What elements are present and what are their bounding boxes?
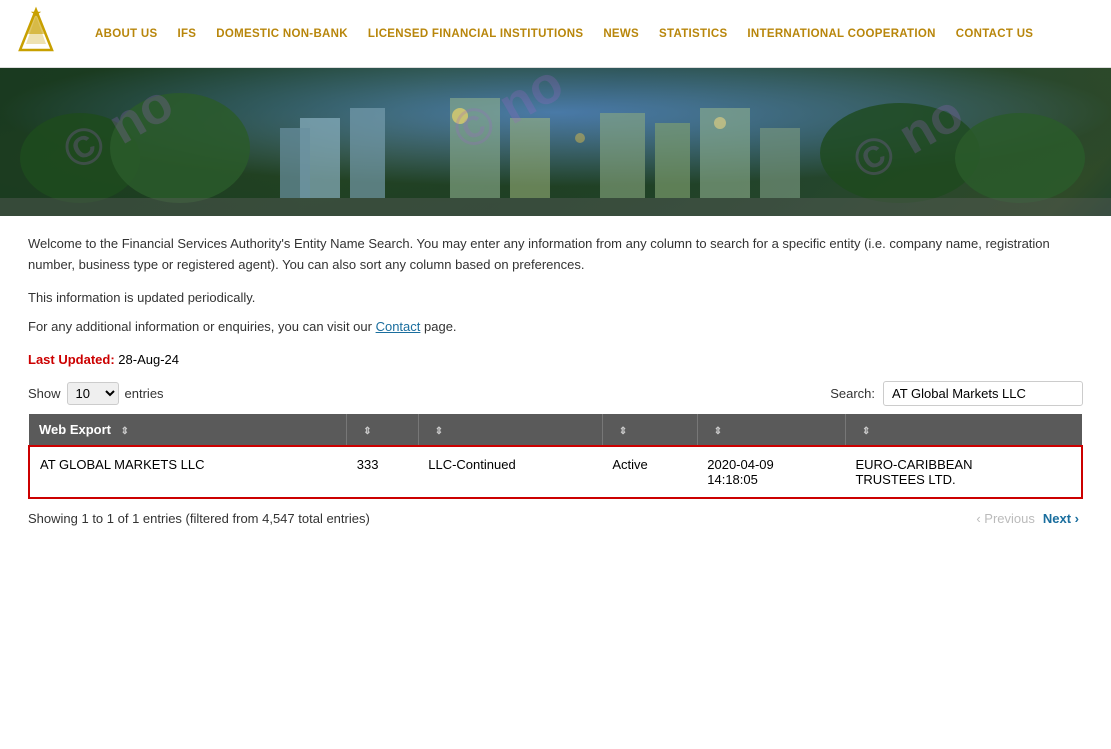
entries-label: entries <box>125 386 164 401</box>
nav-statistics[interactable]: STATISTICS <box>649 28 737 40</box>
table-cell-2: 333 <box>347 446 418 498</box>
last-updated-date: 28-Aug-24 <box>118 352 179 367</box>
pagination-bar: Showing 1 to 1 of 1 entries (filtered fr… <box>28 509 1083 528</box>
table-cell-3: LLC-Continued <box>418 446 602 498</box>
table-header-row: Web Export ⇕ ⇕ ⇕ ⇕ ⇕ ⇕ <box>29 414 1082 446</box>
nav-news[interactable]: NEWS <box>593 28 649 40</box>
table-cell-4: Active <box>602 446 697 498</box>
next-button[interactable]: Next › <box>1039 509 1083 528</box>
sort-arrows-5: ⇕ <box>714 426 722 437</box>
sort-arrows-1: ⇕ <box>121 426 129 437</box>
nav-contact-us[interactable]: CONTACT US <box>946 28 1044 40</box>
table-cell-6: EURO-CARIBBEAN TRUSTEES LTD. <box>845 446 1082 498</box>
col-2[interactable]: ⇕ <box>347 414 418 446</box>
sort-arrows-3: ⇕ <box>435 426 443 437</box>
last-updated-label: Last Updated: <box>28 352 115 367</box>
col-4[interactable]: ⇕ <box>602 414 697 446</box>
search-label: Search: <box>830 386 875 401</box>
search-box: Search: <box>830 381 1083 406</box>
sort-arrows-2: ⇕ <box>363 426 371 437</box>
main-content: Welcome to the Financial Services Author… <box>0 216 1111 538</box>
table-row: AT GLOBAL MARKETS LLC333LLC-ContinuedAct… <box>29 446 1082 498</box>
show-entries: Show 10 25 50 100 entries <box>28 382 164 405</box>
sort-arrows-6: ⇕ <box>862 426 870 437</box>
nav-domestic-non-bank[interactable]: DOMESTIC NON-BANK <box>206 28 358 40</box>
last-updated: Last Updated: 28-Aug-24 <box>28 352 1083 367</box>
col-5[interactable]: ⇕ <box>697 414 845 446</box>
sort-arrows-4: ⇕ <box>619 426 627 437</box>
search-input[interactable] <box>883 381 1083 406</box>
nav-about-us[interactable]: ABOUT US <box>85 28 167 40</box>
update-text: This information is updated periodically… <box>28 290 1083 305</box>
col-6[interactable]: ⇕ <box>845 414 1082 446</box>
pagination-nav: ‹ Previous Next › <box>976 509 1083 528</box>
table-cell-1: AT GLOBAL MARKETS LLC <box>29 446 347 498</box>
intro-paragraph-1: Welcome to the Financial Services Author… <box>28 234 1083 276</box>
data-table: Web Export ⇕ ⇕ ⇕ ⇕ ⇕ ⇕ <box>28 414 1083 499</box>
nav-intl-coop[interactable]: INTERNATIONAL COOPERATION <box>737 28 945 40</box>
nav-ifs[interactable]: IFS <box>167 28 206 40</box>
entries-select[interactable]: 10 25 50 100 <box>67 382 119 405</box>
contact-paragraph: For any additional information or enquir… <box>28 319 1083 334</box>
logo[interactable] <box>10 6 65 61</box>
table-cell-5: 2020-04-09 14:18:05 <box>697 446 845 498</box>
hero-banner: © no © no © no <box>0 68 1111 216</box>
show-label: Show <box>28 386 61 401</box>
col-3[interactable]: ⇕ <box>418 414 602 446</box>
contact-suffix: page. <box>420 319 456 334</box>
contact-prefix: For any additional information or enquir… <box>28 319 376 334</box>
col-web-export[interactable]: Web Export ⇕ <box>29 414 347 446</box>
nav-licensed-fi[interactable]: LICENSED FINANCIAL INSTITUTIONS <box>358 28 593 40</box>
navigation: ABOUT US IFS DOMESTIC NON-BANK LICENSED … <box>0 0 1111 68</box>
previous-disabled: ‹ Previous <box>976 511 1035 526</box>
contact-link[interactable]: Contact <box>376 319 421 334</box>
col-web-export-label: Web Export <box>39 422 111 437</box>
table-controls: Show 10 25 50 100 entries Search: <box>28 381 1083 406</box>
nav-links: ABOUT US IFS DOMESTIC NON-BANK LICENSED … <box>85 28 1101 40</box>
pagination-info: Showing 1 to 1 of 1 entries (filtered fr… <box>28 511 370 526</box>
